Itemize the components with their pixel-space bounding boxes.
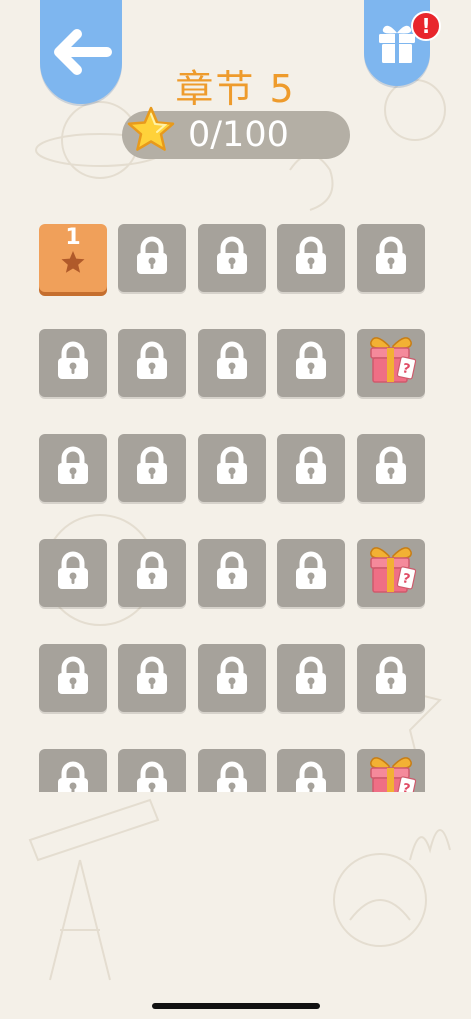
locked-level-tile[interactable] bbox=[39, 434, 107, 502]
locked-level-tile[interactable] bbox=[39, 329, 107, 397]
level-grid: 1??? bbox=[0, 210, 471, 792]
lock-icon bbox=[214, 341, 250, 385]
lock-icon bbox=[214, 656, 250, 700]
lock-icon bbox=[214, 761, 250, 792]
lock-icon bbox=[134, 656, 170, 700]
locked-level-tile[interactable] bbox=[277, 749, 345, 792]
gift-alert-badge: ! bbox=[411, 11, 441, 41]
locked-level-tile[interactable] bbox=[198, 329, 266, 397]
locked-level-tile[interactable] bbox=[118, 749, 186, 792]
lock-icon bbox=[373, 446, 409, 490]
lock-icon bbox=[55, 341, 91, 385]
locked-level-tile[interactable] bbox=[39, 539, 107, 607]
lock-icon bbox=[293, 446, 329, 490]
lock-icon bbox=[55, 761, 91, 792]
mystery-gift-icon: ? bbox=[365, 754, 417, 792]
lock-icon bbox=[55, 656, 91, 700]
locked-level-tile[interactable] bbox=[357, 644, 425, 712]
lock-icon bbox=[293, 656, 329, 700]
locked-level-tile[interactable] bbox=[277, 329, 345, 397]
lock-icon bbox=[214, 446, 250, 490]
locked-level-tile[interactable] bbox=[39, 644, 107, 712]
locked-level-tile[interactable] bbox=[118, 539, 186, 607]
lock-icon bbox=[293, 236, 329, 280]
locked-level-tile[interactable] bbox=[277, 644, 345, 712]
locked-level-tile[interactable] bbox=[39, 749, 107, 792]
mystery-gift-icon: ? bbox=[365, 544, 417, 602]
level-star-icon bbox=[60, 250, 86, 278]
lock-icon bbox=[293, 761, 329, 792]
level-tile-1[interactable]: 1 bbox=[39, 224, 107, 292]
locked-level-tile[interactable] bbox=[357, 224, 425, 292]
lock-icon bbox=[373, 656, 409, 700]
locked-level-tile[interactable] bbox=[198, 749, 266, 792]
star-count: 0/100 bbox=[188, 115, 289, 155]
locked-level-tile[interactable] bbox=[198, 224, 266, 292]
lock-icon bbox=[214, 236, 250, 280]
level-number: 1 bbox=[65, 225, 81, 250]
locked-level-tile[interactable] bbox=[277, 539, 345, 607]
locked-level-tile[interactable] bbox=[118, 434, 186, 502]
locked-level-tile[interactable] bbox=[357, 434, 425, 502]
bonus-gift-tile[interactable]: ? bbox=[357, 539, 425, 607]
lock-icon bbox=[55, 551, 91, 595]
bonus-gift-tile[interactable]: ? bbox=[357, 749, 425, 792]
lock-icon bbox=[134, 551, 170, 595]
locked-level-tile[interactable] bbox=[198, 434, 266, 502]
locked-level-tile[interactable] bbox=[118, 224, 186, 292]
home-indicator bbox=[152, 1003, 320, 1009]
locked-level-tile[interactable] bbox=[277, 434, 345, 502]
locked-level-tile[interactable] bbox=[118, 329, 186, 397]
mystery-gift-icon: ? bbox=[365, 334, 417, 392]
lock-icon bbox=[55, 446, 91, 490]
lock-icon bbox=[293, 341, 329, 385]
lock-icon bbox=[134, 341, 170, 385]
locked-level-tile[interactable] bbox=[277, 224, 345, 292]
bonus-gift-tile[interactable]: ? bbox=[357, 329, 425, 397]
locked-level-tile[interactable] bbox=[198, 539, 266, 607]
lock-icon bbox=[134, 446, 170, 490]
lock-icon bbox=[134, 236, 170, 280]
star-counter: 0/100 bbox=[122, 106, 350, 159]
locked-level-tile[interactable] bbox=[118, 644, 186, 712]
chapter-title: 章节 5 bbox=[175, 67, 296, 111]
lock-icon bbox=[214, 551, 250, 595]
lock-icon bbox=[134, 761, 170, 792]
lock-icon bbox=[293, 551, 329, 595]
star-icon bbox=[127, 106, 175, 151]
lock-icon bbox=[373, 236, 409, 280]
locked-level-tile[interactable] bbox=[198, 644, 266, 712]
